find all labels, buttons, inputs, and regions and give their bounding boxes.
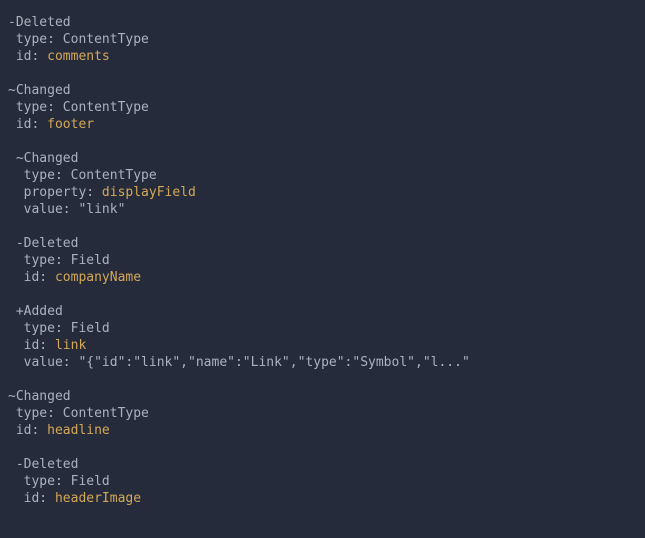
diff-line: id: comments bbox=[8, 48, 637, 65]
diff-line: type: ContentType bbox=[8, 99, 637, 116]
diff-value: link bbox=[55, 338, 86, 353]
diff-prefix: id: bbox=[8, 491, 55, 506]
diff-line: -Deleted bbox=[8, 14, 637, 31]
diff-output: -Deleted type: ContentType id: comments … bbox=[8, 14, 637, 507]
diff-line: ~Changed bbox=[8, 388, 637, 405]
diff-line: ~Changed bbox=[8, 82, 637, 99]
diff-value: headerImage bbox=[55, 491, 141, 506]
diff-line: value: "link" bbox=[8, 201, 637, 218]
diff-line bbox=[8, 371, 637, 388]
diff-line bbox=[8, 218, 637, 235]
diff-value: comments bbox=[47, 49, 110, 64]
diff-line: type: Field bbox=[8, 252, 637, 269]
diff-prefix: id: bbox=[8, 117, 47, 132]
diff-line: id: headline bbox=[8, 422, 637, 439]
diff-line: id: link bbox=[8, 337, 637, 354]
diff-value: companyName bbox=[55, 270, 141, 285]
diff-line bbox=[8, 133, 637, 150]
diff-line: +Added bbox=[8, 303, 637, 320]
diff-prefix: id: bbox=[8, 338, 55, 353]
diff-line: id: headerImage bbox=[8, 490, 637, 507]
diff-line: type: ContentType bbox=[8, 167, 637, 184]
diff-line: type: ContentType bbox=[8, 405, 637, 422]
diff-line: type: Field bbox=[8, 473, 637, 490]
diff-line: type: ContentType bbox=[8, 31, 637, 48]
diff-prefix: id: bbox=[8, 270, 55, 285]
diff-line: id: companyName bbox=[8, 269, 637, 286]
diff-line: id: footer bbox=[8, 116, 637, 133]
diff-line bbox=[8, 439, 637, 456]
diff-line: -Deleted bbox=[8, 235, 637, 252]
diff-line: property: displayField bbox=[8, 184, 637, 201]
diff-value: headline bbox=[47, 423, 110, 438]
diff-value: footer bbox=[47, 117, 94, 132]
diff-line: value: "{"id":"link","name":"Link","type… bbox=[8, 354, 637, 371]
diff-line: -Deleted bbox=[8, 456, 637, 473]
diff-line bbox=[8, 286, 637, 303]
diff-prefix: property: bbox=[8, 185, 102, 200]
diff-line: type: Field bbox=[8, 320, 637, 337]
diff-value: displayField bbox=[102, 185, 196, 200]
diff-line bbox=[8, 65, 637, 82]
diff-prefix: id: bbox=[8, 423, 47, 438]
diff-line: ~Changed bbox=[8, 150, 637, 167]
diff-prefix: id: bbox=[8, 49, 47, 64]
